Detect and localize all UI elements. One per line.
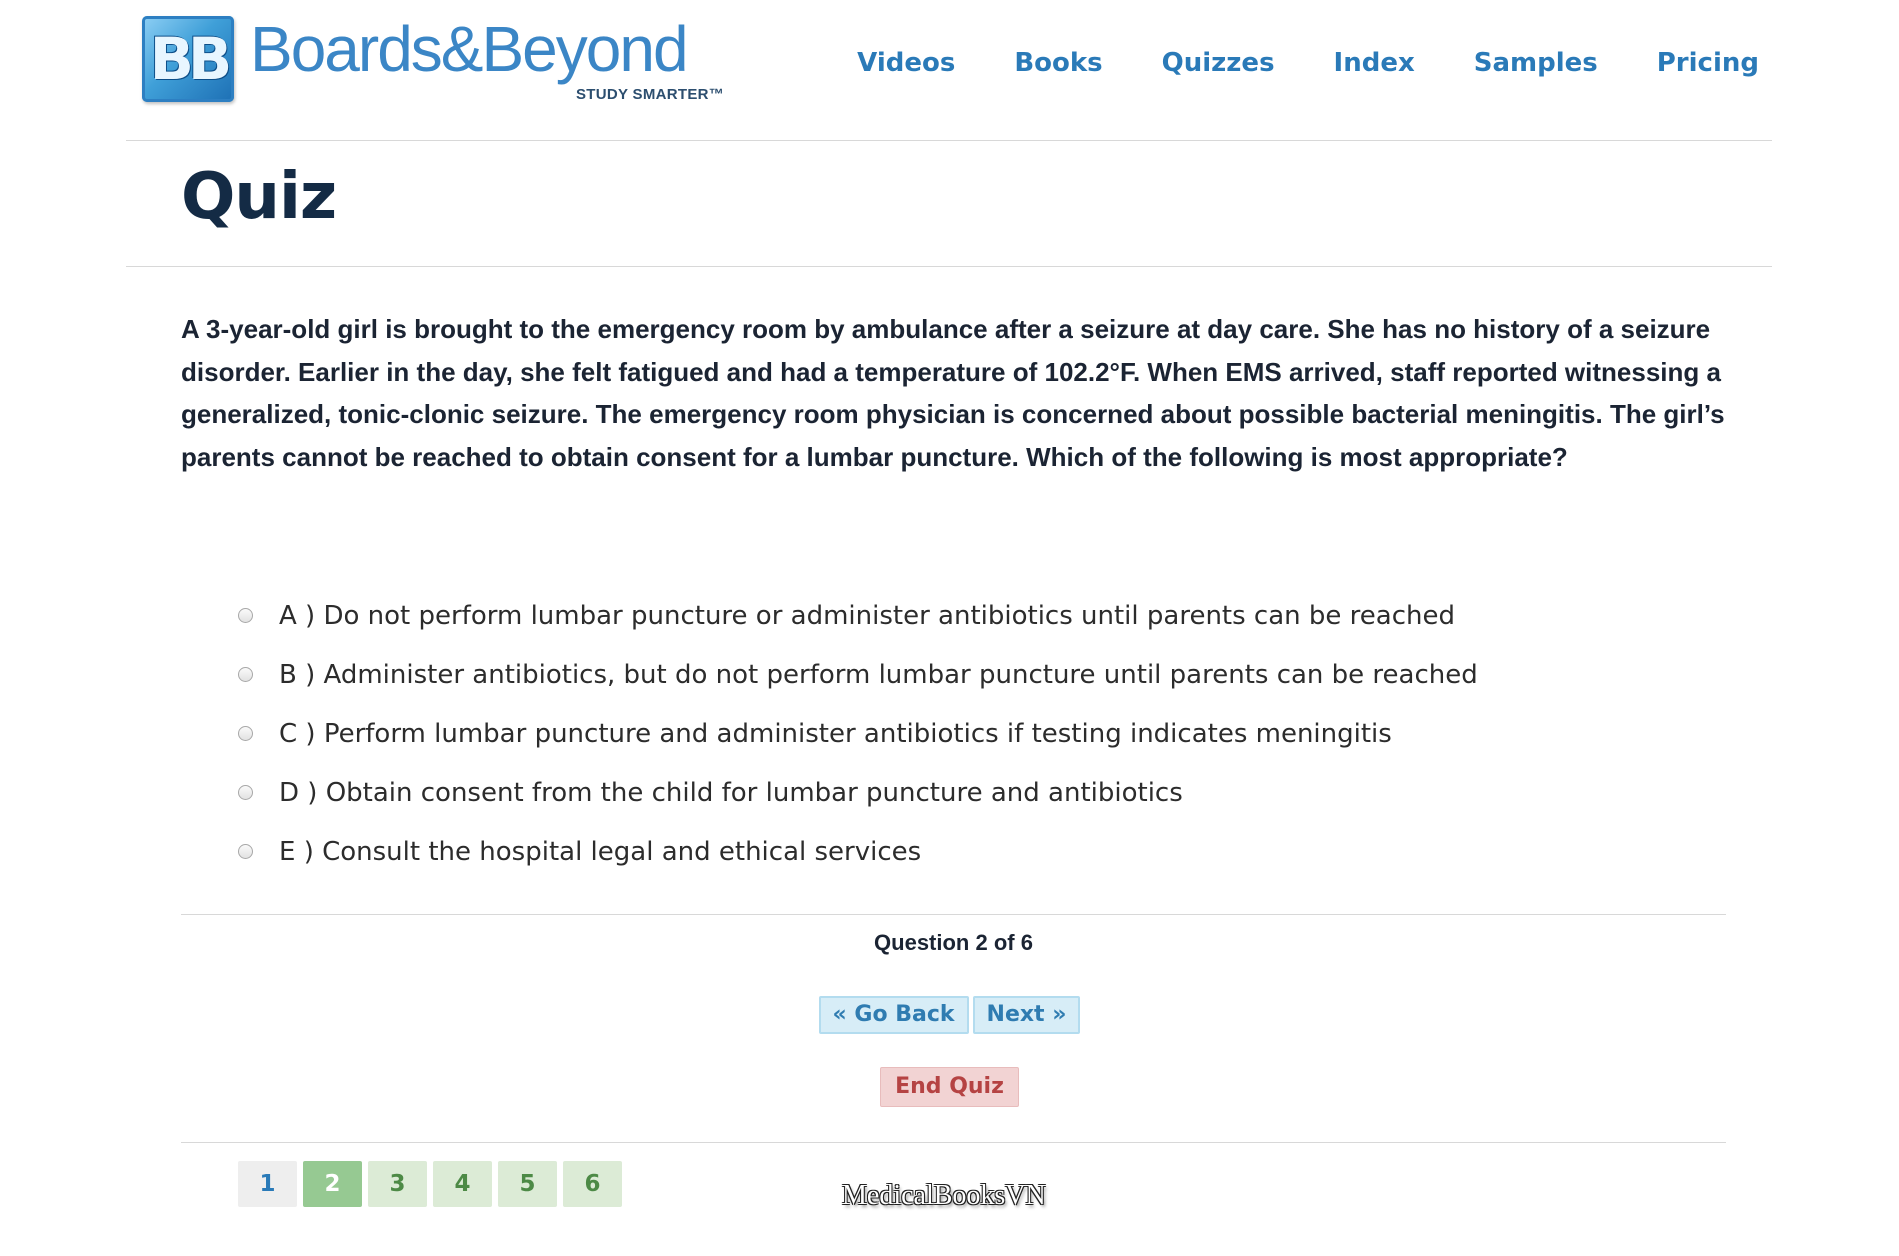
main-nav: Videos Books Quizzes Index Samples Prici…: [798, 48, 1759, 78]
pager-item-1[interactable]: 1: [238, 1161, 297, 1207]
site-header: BB Boards&Beyond STUDY SMARTER™ Videos B…: [0, 0, 1899, 140]
answer-option-a[interactable]: A ) Do not perform lumbar puncture or ad…: [238, 586, 1478, 645]
radio-button-a[interactable]: [238, 608, 253, 623]
answer-option-c[interactable]: C ) Perform lumbar puncture and administ…: [238, 704, 1478, 763]
nav-link-pricing[interactable]: Pricing: [1657, 48, 1759, 78]
pager-item-4[interactable]: 4: [433, 1161, 492, 1207]
radio-button-d[interactable]: [238, 785, 253, 800]
nav-link-videos[interactable]: Videos: [857, 48, 955, 78]
brand-tagline: STUDY SMARTER™: [576, 86, 725, 103]
nav-link-quizzes[interactable]: Quizzes: [1162, 48, 1275, 78]
answer-options: A ) Do not perform lumbar puncture or ad…: [238, 586, 1478, 881]
pager-item-6[interactable]: 6: [563, 1161, 622, 1207]
radio-button-e[interactable]: [238, 844, 253, 859]
pager-item-2[interactable]: 2: [303, 1161, 362, 1207]
radio-button-c[interactable]: [238, 726, 253, 741]
end-quiz-row: End Quiz: [0, 1067, 1899, 1107]
nav-link-index[interactable]: Index: [1334, 48, 1415, 78]
pager-item-5[interactable]: 5: [498, 1161, 557, 1207]
radio-button-b[interactable]: [238, 667, 253, 682]
brand-name: Boards&Beyond: [250, 13, 689, 85]
answer-label-d: D ) Obtain consent from the child for lu…: [279, 777, 1183, 808]
title-divider: [126, 266, 1772, 267]
answer-option-d[interactable]: D ) Obtain consent from the child for lu…: [238, 763, 1478, 822]
answer-label-b: B ) Administer antibiotics, but do not p…: [279, 659, 1478, 690]
pager-divider: [181, 1142, 1726, 1143]
next-button[interactable]: Next »: [972, 996, 1081, 1034]
question-pager: 1 2 3 4 5 6: [238, 1161, 622, 1207]
brand-logo[interactable]: BB Boards&Beyond STUDY SMARTER™: [142, 13, 725, 106]
question-progress: Question 2 of 6: [874, 930, 1033, 955]
header-divider: [126, 140, 1772, 141]
options-divider: [181, 914, 1726, 915]
answer-option-e[interactable]: E ) Consult the hospital legal and ethic…: [238, 822, 1478, 881]
answer-label-c: C ) Perform lumbar puncture and administ…: [279, 718, 1392, 749]
nav-link-books[interactable]: Books: [1014, 48, 1102, 78]
answer-option-b[interactable]: B ) Administer antibiotics, but do not p…: [238, 645, 1478, 704]
quiz-nav-buttons: « Go Back Next »: [0, 996, 1899, 1034]
answer-label-e: E ) Consult the hospital legal and ethic…: [279, 836, 922, 867]
watermark: MedicalBooksVN: [842, 1180, 1046, 1211]
question-text: A 3-year-old girl is brought to the emer…: [181, 314, 1725, 472]
go-back-button[interactable]: « Go Back: [818, 996, 969, 1034]
page-title: Quiz: [181, 160, 337, 234]
pager-item-3[interactable]: 3: [368, 1161, 427, 1207]
logo-mark-icon: BB: [142, 16, 234, 102]
nav-link-samples[interactable]: Samples: [1474, 48, 1598, 78]
end-quiz-button[interactable]: End Quiz: [880, 1067, 1019, 1107]
answer-label-a: A ) Do not perform lumbar puncture or ad…: [279, 600, 1455, 631]
